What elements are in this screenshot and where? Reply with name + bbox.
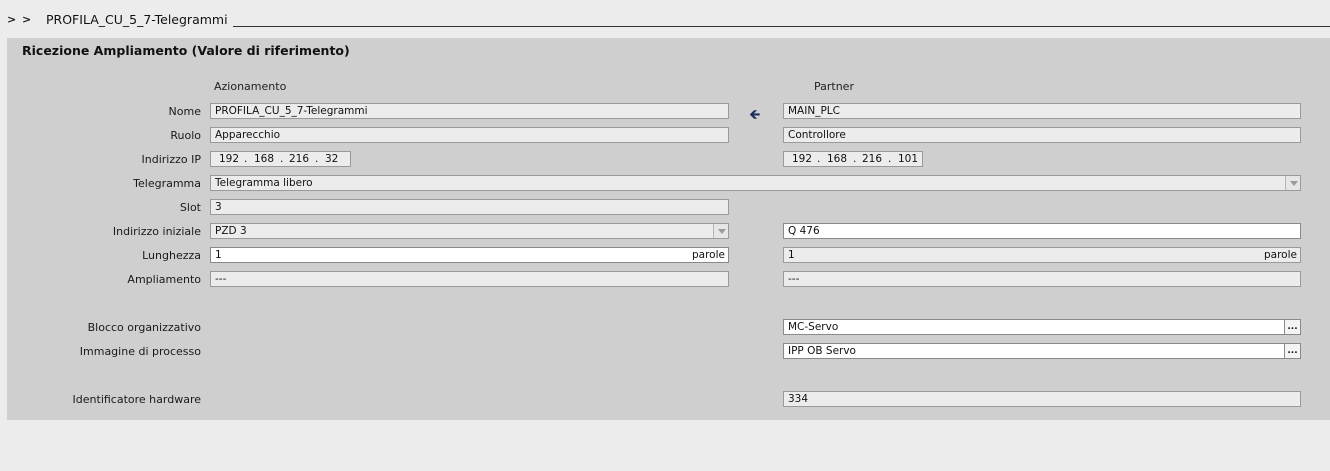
- drive-extension-field: ---: [210, 271, 729, 287]
- chevron-right-icon[interactable]: >: [7, 13, 16, 26]
- hw-id-label: Identificatore hardware: [72, 393, 201, 406]
- breadcrumb: > > PROFILA_CU_5_7-Telegrammi: [0, 0, 1330, 38]
- process-image-label: Immagine di processo: [79, 345, 201, 358]
- ip-octet: 216: [289, 153, 310, 165]
- process-image-field[interactable]: IPP OB Servo ...: [783, 343, 1301, 359]
- extension-label: Ampliamento: [127, 273, 201, 286]
- process-image-value: IPP OB Servo: [788, 345, 856, 357]
- telegram-panel: Ricezione Ampliamento (Valore di riferim…: [7, 38, 1330, 420]
- length-label: Lunghezza: [142, 249, 201, 262]
- name-label: Nome: [168, 105, 201, 118]
- ip-octet: 192: [219, 153, 240, 165]
- partner-name-field[interactable]: MAIN_PLC: [783, 103, 1301, 119]
- partner-length-unit: parole: [1264, 249, 1297, 261]
- partner-length-value: 1: [788, 249, 795, 261]
- org-block-value: MC-Servo: [788, 321, 839, 333]
- start-address-label: Indirizzo iniziale: [112, 225, 201, 238]
- drive-role-field: Apparecchio: [210, 127, 729, 143]
- ip-separator: .: [888, 153, 892, 165]
- telegram-select[interactable]: Telegramma libero: [210, 175, 1301, 191]
- drive-ip-field: 192 . 168 . 216 . 32: [210, 151, 351, 167]
- ip-separator: .: [853, 153, 857, 165]
- drive-name-field[interactable]: PROFILA_CU_5_7-Telegrammi: [210, 103, 729, 119]
- role-label: Ruolo: [170, 129, 201, 142]
- browse-button[interactable]: ...: [1284, 320, 1300, 334]
- drive-start-address-value: PZD 3: [215, 225, 247, 237]
- telegram-select-value: Telegramma libero: [215, 177, 313, 189]
- ip-separator: .: [280, 153, 284, 165]
- ip-separator: .: [817, 153, 821, 165]
- partner-extension-field: ---: [783, 271, 1301, 287]
- drive-start-address-select[interactable]: PZD 3: [210, 223, 729, 239]
- breadcrumb-title: PROFILA_CU_5_7-Telegrammi: [46, 12, 228, 27]
- drive-length-unit: parole: [692, 249, 725, 261]
- arrow-left-icon: 🡸: [749, 107, 761, 123]
- org-block-field[interactable]: MC-Servo ...: [783, 319, 1301, 335]
- chevron-down-icon[interactable]: [713, 224, 728, 238]
- drive-length-field[interactable]: 1 parole: [210, 247, 729, 263]
- partner-length-field: 1 parole: [783, 247, 1301, 263]
- ip-octet: 32: [325, 153, 339, 165]
- section-title: Ricezione Ampliamento (Valore di riferim…: [22, 43, 350, 58]
- partner-start-address-field[interactable]: Q 476: [783, 223, 1301, 239]
- column-header-partner: Partner: [814, 80, 854, 93]
- slot-label: Slot: [179, 201, 201, 214]
- telegram-label: Telegramma: [133, 177, 201, 190]
- hw-id-field: 334: [783, 391, 1301, 407]
- partner-ip-field: 192 . 168 . 216 . 101: [783, 151, 923, 167]
- partner-role-field: Controllore: [783, 127, 1301, 143]
- ip-separator: .: [244, 153, 248, 165]
- org-block-label: Blocco organizzativo: [87, 321, 201, 334]
- ip-octet: 101: [898, 153, 919, 165]
- ip-octet: 216: [862, 153, 883, 165]
- ip-separator: .: [315, 153, 319, 165]
- drive-length-value: 1: [215, 249, 222, 261]
- ip-octet: 168: [827, 153, 848, 165]
- ip-label: Indirizzo IP: [141, 153, 202, 166]
- browse-button[interactable]: ...: [1284, 344, 1300, 358]
- column-header-drive: Azionamento: [214, 80, 287, 93]
- ip-octet: 168: [254, 153, 275, 165]
- ip-octet: 192: [792, 153, 813, 165]
- chevron-right-icon[interactable]: >: [22, 13, 31, 26]
- breadcrumb-divider: [233, 26, 1330, 27]
- drive-slot-field: 3: [210, 199, 729, 215]
- chevron-down-icon[interactable]: [1285, 176, 1300, 190]
